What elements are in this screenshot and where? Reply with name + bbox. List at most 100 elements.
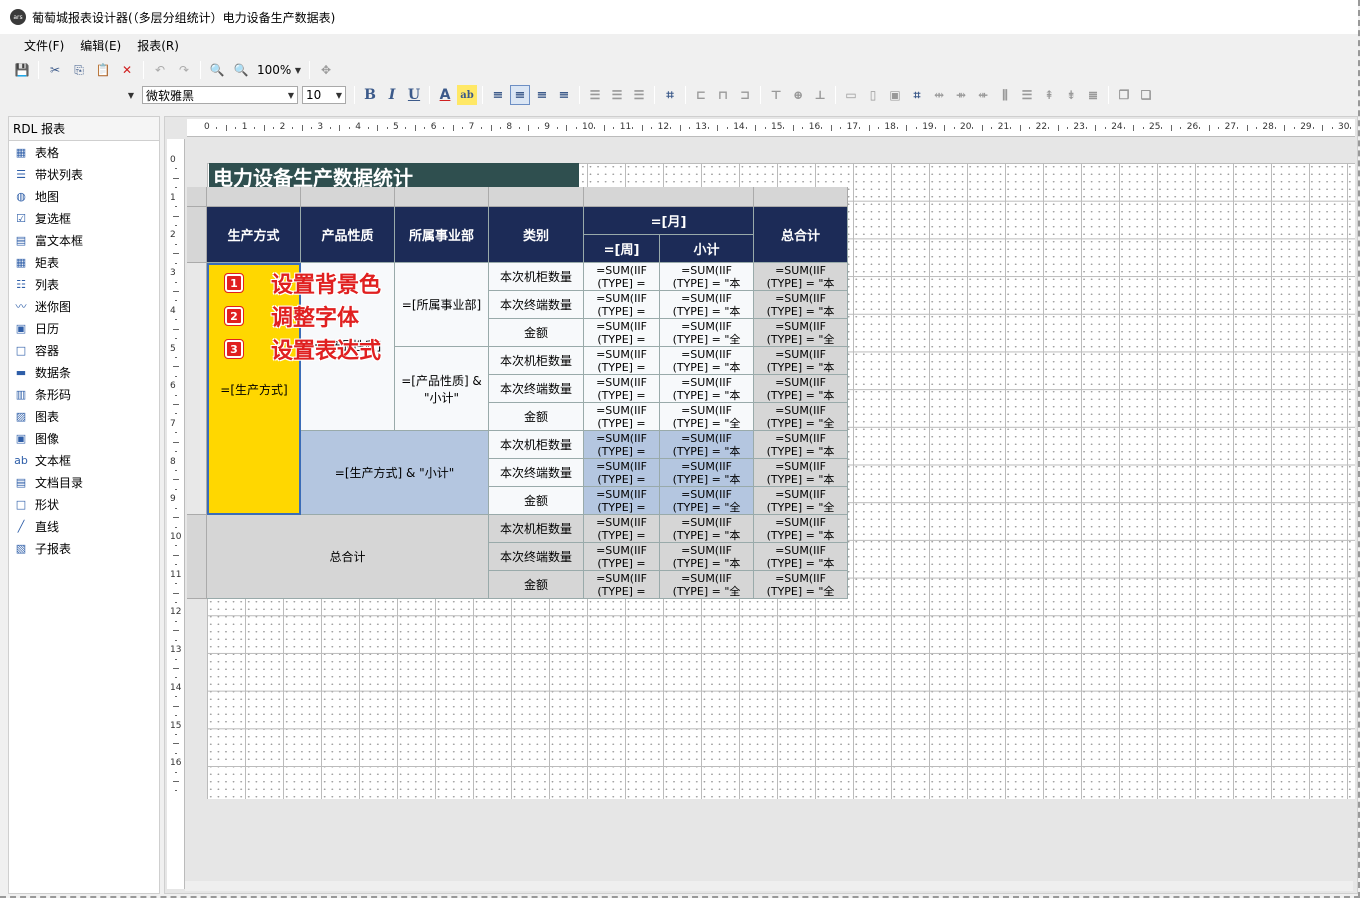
size-to-grid-icon[interactable]: ⌗ [907,85,927,105]
v-spacing-inc-icon[interactable]: ⇞ [1039,85,1059,105]
indent-icon[interactable]: ☰ [607,85,627,105]
cell-subtotal-expression[interactable]: =SUM(IIF (TYPE] = "本 [660,263,754,291]
report-canvas[interactable]: 电力设备生产数据统计 生产方式 产品性质 所属事业部 类别 =[月] =[周] … [187,139,1355,887]
header-month[interactable]: =[月] [584,207,754,235]
undo-icon[interactable]: ↶ [150,60,170,80]
cell-category[interactable]: 本次机柜数量 [489,431,584,459]
bring-to-front-icon[interactable]: ❐ [1114,85,1134,105]
cell-week-expression[interactable]: =SUM(IIF (TYPE] = [584,431,660,459]
column-handle[interactable] [301,187,395,207]
cell-grand-total-expression[interactable]: =SUM(IIF (TYPE] = "本 [754,515,848,543]
cell-grand-total-expression[interactable]: =SUM(IIF (TYPE] = "本 [754,431,848,459]
align-justify-icon[interactable]: ≡ [554,85,574,105]
cell-subtotal-expression[interactable]: =SUM(IIF (TYPE] = "全 [660,571,754,599]
grid-snap-icon[interactable]: ⌗ [660,85,680,105]
cell-subtotal-expression[interactable]: =SUM(IIF (TYPE] = "本 [660,375,754,403]
redo-icon[interactable]: ↷ [174,60,194,80]
cell-category[interactable]: 本次机柜数量 [489,515,584,543]
cell-grand-total-expression[interactable]: =SUM(IIF (TYPE] = "全 [754,403,848,431]
cell-category[interactable]: 本次终端数量 [489,459,584,487]
paste-icon[interactable]: 📋 [93,60,113,80]
cell-category[interactable]: 本次机柜数量 [489,263,584,291]
cell-week-expression[interactable]: =SUM(IIF (TYPE] = [584,571,660,599]
header-week[interactable]: =[周] [584,235,660,263]
cell-grand-total-expression[interactable]: =SUM(IIF (TYPE] = "全 [754,487,848,515]
toolbox-item[interactable]: ☑ 复选框 [9,207,159,229]
row-handle[interactable] [187,515,207,599]
bullet-list-icon[interactable]: ☰ [585,85,605,105]
report-title-textbox[interactable]: 电力设备生产数据统计 [209,163,579,187]
toolbox-item[interactable]: ▦ 矩表 [9,251,159,273]
cell-category[interactable]: 本次终端数量 [489,291,584,319]
toolbox-item[interactable]: ▦ 表格 [9,141,159,163]
column-handle[interactable] [489,187,584,207]
pan-icon[interactable]: ✥ [316,60,336,80]
column-handle[interactable] [207,187,301,207]
zoom-in-icon[interactable]: 🔍 [231,60,251,80]
cell-grand-total-expression[interactable]: =SUM(IIF (TYPE] = "本 [754,263,848,291]
align-bottoms-icon[interactable]: ⊥ [810,85,830,105]
menu-edit[interactable]: 编辑(E) [72,37,129,54]
toolbox-item[interactable]: 〰迷你图 [9,295,159,317]
header-division[interactable]: 所属事业部 [395,207,489,263]
header-production-mode[interactable]: 生产方式 [207,207,301,263]
header-product-type[interactable]: 产品性质 [301,207,395,263]
h-spacing-remove-icon[interactable]: ⫼ [995,85,1015,105]
cell-week-expression[interactable]: =SUM(IIF (TYPE] = [584,459,660,487]
cell-grand-total-expression[interactable]: =SUM(IIF (TYPE] = "本 [754,375,848,403]
header-category[interactable]: 类别 [489,207,584,263]
v-spacing-dec-icon[interactable]: ⇟ [1061,85,1081,105]
align-lefts-icon[interactable]: ⊏ [691,85,711,105]
zoom-select[interactable]: 100% ▼ [253,60,305,80]
horizontal-scrollbar[interactable] [185,881,1353,891]
underline-icon[interactable]: U [404,85,424,105]
toolbox-item[interactable]: ▥ 条形码 [9,383,159,405]
cell-subtotal-expression[interactable]: =SUM(IIF (TYPE] = "本 [660,543,754,571]
toolbox-item[interactable]: ▤ 文档目录 [9,471,159,493]
toolbox-item[interactable]: ╱ 直线 [9,515,159,537]
cell-grand-total-expression[interactable]: =SUM(IIF (TYPE] = "全 [754,319,848,347]
align-left-icon[interactable]: ≡ [488,85,508,105]
cell-subtotal-expression[interactable]: =SUM(IIF (TYPE] = "全 [660,319,754,347]
column-handle[interactable] [584,187,754,207]
cell-week-expression[interactable]: =SUM(IIF (TYPE] = [584,487,660,515]
v-spacing-equal-icon[interactable]: ☰ [1017,85,1037,105]
font-color-icon[interactable]: A [435,85,455,105]
cell-product-subtotal[interactable]: =[产品性质] & "小计" [395,347,489,431]
font-size-select[interactable]: 10 ▼ [302,86,346,104]
highlight-color-icon[interactable]: ab [457,85,477,105]
table-corner-handle[interactable] [187,187,207,207]
h-spacing-equal-icon[interactable]: ⇹ [929,85,949,105]
cell-subtotal-expression[interactable]: =SUM(IIF (TYPE] = "本 [660,459,754,487]
same-size-icon[interactable]: ▣ [885,85,905,105]
cell-grand-total-expression[interactable]: =SUM(IIF (TYPE] = "本 [754,459,848,487]
toolbox-item[interactable]: □ 容器 [9,339,159,361]
header-grand-total[interactable]: 总合计 [754,207,848,263]
toolbox-item[interactable]: ▣ 图像 [9,427,159,449]
toolbox-item[interactable]: ▧ 子报表 [9,537,159,559]
menu-file[interactable]: 文件(F) [16,37,72,54]
cell-week-expression[interactable]: =SUM(IIF (TYPE] = [584,319,660,347]
cell-grand-total-expression[interactable]: =SUM(IIF (TYPE] = "全 [754,571,848,599]
cell-grand-total-label[interactable]: 总合计 [207,515,489,599]
cell-subtotal-expression[interactable]: =SUM(IIF (TYPE] = "全 [660,403,754,431]
copy-icon[interactable]: ⎘ [69,60,89,80]
same-height-icon[interactable]: ▯ [863,85,883,105]
outdent-icon[interactable]: ☰ [629,85,649,105]
toolbox-item[interactable]: ☷ 列表 [9,273,159,295]
style-select[interactable]: ▼ [10,86,138,104]
zoom-out-icon[interactable]: 🔍 [207,60,227,80]
toolbox-item[interactable]: ab 文本框 [9,449,159,471]
cell-category[interactable]: 本次终端数量 [489,543,584,571]
align-middles-icon[interactable]: ⊕ [788,85,808,105]
align-tops-icon[interactable]: ⊤ [766,85,786,105]
cell-week-expression[interactable]: =SUM(IIF (TYPE] = [584,515,660,543]
italic-icon[interactable]: I [382,85,402,105]
cell-subtotal-expression[interactable]: =SUM(IIF (TYPE] = "本 [660,431,754,459]
delete-icon[interactable]: ✕ [117,60,137,80]
cell-week-expression[interactable]: =SUM(IIF (TYPE] = [584,403,660,431]
cell-week-expression[interactable]: =SUM(IIF (TYPE] = [584,375,660,403]
align-right-icon[interactable]: ≡ [532,85,552,105]
toolbox-item[interactable]: ☰ 带状列表 [9,163,159,185]
cell-division[interactable]: =[所属事业部] [395,263,489,347]
